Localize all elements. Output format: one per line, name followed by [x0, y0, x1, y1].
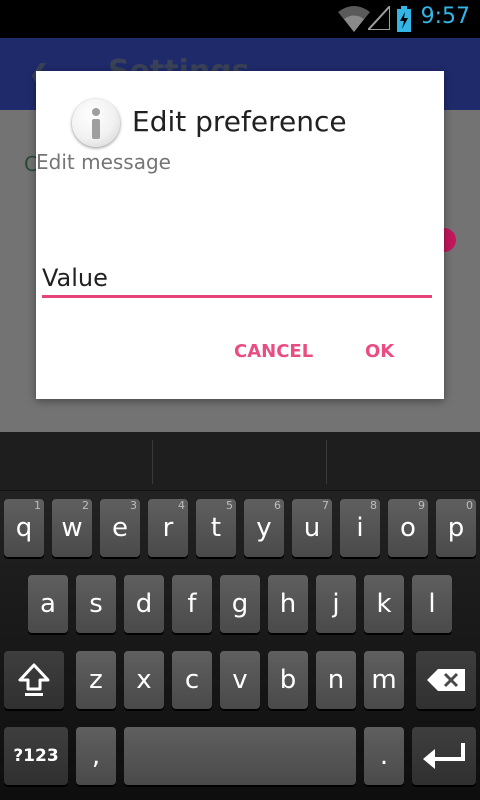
key-hint: 3: [130, 499, 137, 512]
key-z[interactable]: z: [76, 651, 116, 709]
key-label: g: [231, 589, 249, 619]
key-w[interactable]: w2: [52, 499, 92, 557]
symbols-key[interactable]: ?123: [4, 727, 68, 785]
key-label: p: [447, 513, 465, 543]
key-p[interactable]: p0: [436, 499, 476, 557]
preference-value-input[interactable]: [42, 261, 432, 298]
wifi-icon: [338, 6, 370, 32]
key-u[interactable]: u7: [292, 499, 332, 557]
key-hint: 0: [466, 499, 473, 512]
key-label: w: [61, 513, 83, 543]
dialog-message: Edit message: [36, 150, 171, 174]
key-hint: 8: [370, 499, 377, 512]
key-hint: 7: [322, 499, 329, 512]
key-label: a: [40, 589, 56, 619]
key-label: c: [184, 665, 200, 695]
key-a[interactable]: a: [28, 575, 68, 633]
key-hint: 6: [274, 499, 281, 512]
key-label: d: [135, 589, 153, 619]
key-label: n: [327, 665, 345, 695]
key-hint: 9: [418, 499, 425, 512]
key-label: r: [162, 513, 174, 543]
key-label: u: [303, 513, 321, 543]
key-hint: 5: [226, 499, 233, 512]
divider: [326, 440, 327, 484]
key-label: f: [187, 589, 197, 619]
key-i[interactable]: i8: [340, 499, 380, 557]
key-label: m: [371, 665, 397, 695]
period-key[interactable]: .: [364, 727, 404, 785]
key-c[interactable]: c: [172, 651, 212, 709]
suggestion-strip: [0, 432, 480, 491]
key-hint: 4: [178, 499, 185, 512]
key-d[interactable]: d: [124, 575, 164, 633]
key-l[interactable]: l: [412, 575, 452, 633]
cancel-button[interactable]: CANCEL: [234, 341, 313, 362]
key-label: j: [332, 589, 340, 619]
key-t[interactable]: t5: [196, 499, 236, 557]
key-e[interactable]: e3: [100, 499, 140, 557]
delete-key[interactable]: [416, 651, 476, 709]
key-label: h: [279, 589, 297, 619]
enter-icon: [423, 743, 465, 769]
key-label: v: [232, 665, 248, 695]
key-j[interactable]: j: [316, 575, 356, 633]
key-label: ?123: [13, 746, 59, 766]
comma-key[interactable]: ,: [76, 727, 116, 785]
key-label: z: [89, 665, 103, 695]
key-m[interactable]: m: [364, 651, 404, 709]
key-label: ,: [91, 741, 101, 771]
key-label: o: [400, 513, 416, 543]
key-label: x: [136, 665, 152, 695]
ok-button[interactable]: OK: [365, 341, 394, 362]
key-label: s: [89, 589, 103, 619]
key-y[interactable]: y6: [244, 499, 284, 557]
key-x[interactable]: x: [124, 651, 164, 709]
key-label: .: [379, 741, 389, 771]
status-bar: 9:57: [0, 0, 480, 38]
key-label: q: [15, 513, 33, 543]
key-label: t: [210, 513, 222, 543]
space-bar[interactable]: [124, 727, 356, 785]
key-q[interactable]: q1: [4, 499, 44, 557]
key-n[interactable]: n: [316, 651, 356, 709]
key-label: i: [356, 513, 364, 543]
key-r[interactable]: r4: [148, 499, 188, 557]
divider: [152, 440, 153, 484]
info-icon: [72, 99, 120, 147]
shift-icon: [18, 663, 50, 696]
key-hint: 1: [34, 499, 41, 512]
key-h[interactable]: h: [268, 575, 308, 633]
key-v[interactable]: v: [220, 651, 260, 709]
clock: 9:57: [420, 4, 470, 29]
enter-key[interactable]: [412, 727, 476, 785]
edit-preference-dialog: Edit preference Edit message CANCEL OK: [36, 71, 444, 399]
dialog-title: Edit preference: [132, 105, 347, 138]
backspace-icon: [427, 669, 465, 691]
key-label: e: [112, 513, 128, 543]
battery-charging-icon: [397, 6, 411, 32]
key-o[interactable]: o9: [388, 499, 428, 557]
key-hint: 2: [82, 499, 89, 512]
key-b[interactable]: b: [268, 651, 308, 709]
key-g[interactable]: g: [220, 575, 260, 633]
key-f[interactable]: f: [172, 575, 212, 633]
key-label: l: [428, 589, 436, 619]
key-label: k: [376, 589, 392, 619]
key-s[interactable]: s: [76, 575, 116, 633]
soft-keyboard: q 1 w 2 e 3 r 4 t 5 y 6 u 7 i 8 o 9 p 0 a s d f g h j k l z x c v b n m ?123…: [0, 432, 480, 800]
key-k[interactable]: k: [364, 575, 404, 633]
shift-key[interactable]: [4, 651, 64, 709]
key-label: y: [256, 513, 272, 543]
signal-icon: [368, 6, 390, 30]
key-label: b: [279, 665, 297, 695]
